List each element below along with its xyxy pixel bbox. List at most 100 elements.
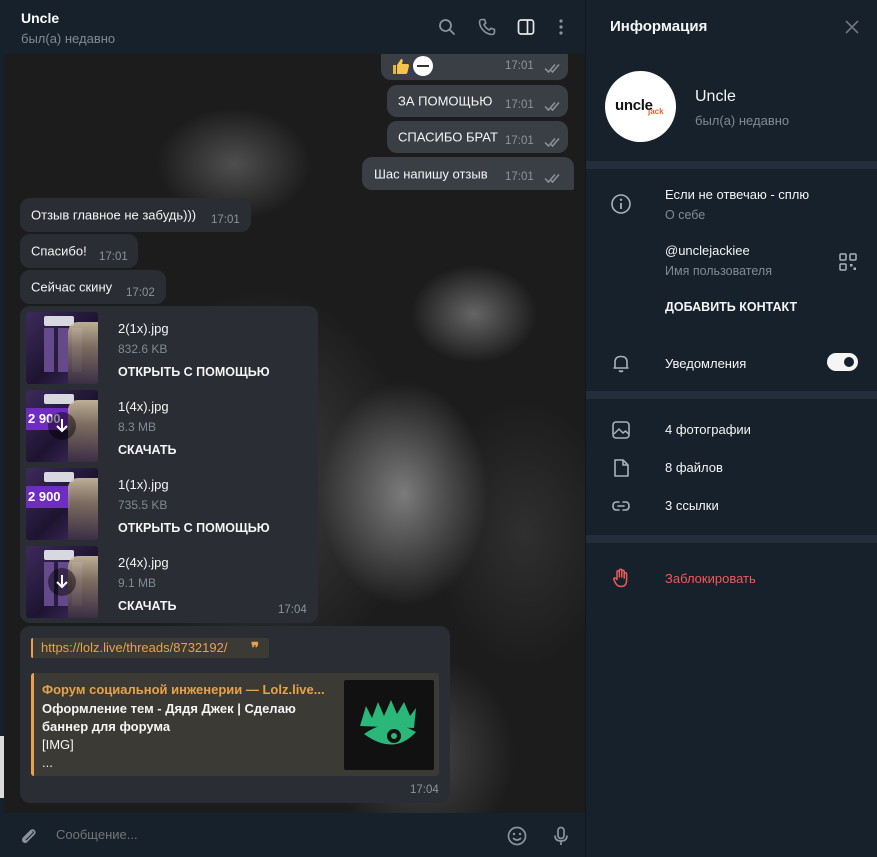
files-link[interactable]: 8 файлов — [665, 460, 723, 475]
message-text: Спасибо! — [31, 243, 87, 259]
message-time: 17:01 — [505, 60, 534, 72]
preview-desc-line: Оформление тем - Дядя Джек | Сделаю — [42, 701, 296, 716]
file-size: 9.1 MB — [118, 576, 157, 590]
file-name: 1(1x).jpg — [118, 477, 169, 492]
notifications-toggle[interactable] — [827, 353, 858, 371]
link-url-box[interactable]: https://lolz.live/threads/8732192/ ❞ — [31, 638, 269, 658]
message-time: 17:01 — [505, 135, 534, 147]
message-time: 17:04 — [410, 784, 439, 796]
chat-wallpaper: 17:01 ЗА ПОМОЩЬЮ 17:01 СПАСИБО БРАТ 17:0… — [4, 54, 585, 813]
info-title: Информация — [610, 18, 708, 35]
attach-icon[interactable] — [17, 825, 39, 847]
file-size: 8.3 MB — [118, 420, 157, 434]
message-incoming[interactable]: Спасибо! 17:01 — [20, 234, 138, 268]
link-url[interactable]: https://lolz.live/threads/8732192/ — [41, 640, 227, 655]
thumbs-up-icon — [391, 57, 411, 75]
profile-name: Uncle — [695, 88, 736, 105]
message-composer — [0, 813, 585, 857]
qr-icon[interactable] — [837, 251, 859, 273]
bio-text: Если не отвечаю - сплю — [665, 187, 810, 202]
chat-header[interactable]: Uncle был(а) недавно — [0, 0, 585, 54]
message-time: 17:02 — [126, 287, 155, 299]
file-item[interactable]: 2 900 1(1x).jpg 735.5 KB ОТКРЫТЬ С ПОМОЩ… — [26, 468, 318, 540]
message-time: 17:01 — [99, 251, 128, 263]
file-thumbnail[interactable] — [26, 312, 98, 384]
divider — [586, 161, 877, 169]
link-icon — [610, 495, 632, 517]
divider — [586, 391, 877, 399]
block-user-button[interactable]: Заблокировать — [665, 571, 756, 586]
add-contact-button[interactable]: ДОБАВИТЬ КОНТАКТ — [665, 300, 797, 314]
message-text: Отзыв главное не забудь))) — [31, 207, 197, 223]
avatar[interactable]: uncle jack — [605, 71, 676, 142]
file-name: 1(4x).jpg — [118, 399, 169, 414]
link-preview[interactable]: Форум социальной инженерии — Lolz.live..… — [31, 673, 439, 776]
double-check-icon — [544, 100, 562, 112]
chat-panel: Uncle был(а) недавно 17:01 ЗА ПОМОЩЬЮ 17… — [0, 0, 585, 857]
file-thumbnail[interactable]: 2 900 — [26, 390, 98, 462]
bell-icon — [610, 352, 632, 374]
preview-desc-line: [IMG] — [42, 737, 74, 752]
download-icon[interactable] — [48, 412, 76, 440]
username-label: Имя пользователя — [665, 264, 772, 278]
bio-label: О себе — [665, 208, 706, 222]
preview-description: Оформление тем - Дядя Джек | Сделаю банн… — [42, 700, 332, 772]
toggle-knob — [842, 355, 856, 369]
file-item[interactable]: 2(1x).jpg 832.6 KB ОТКРЫТЬ С ПОМОЩЬЮ — [26, 312, 318, 384]
mic-icon[interactable] — [550, 825, 572, 847]
file-thumbnail[interactable]: 2 900 — [26, 468, 98, 540]
download-icon[interactable] — [48, 568, 76, 596]
double-check-icon — [544, 62, 562, 74]
file-item[interactable]: 2 900 1(4x).jpg 8.3 MB СКАЧАТЬ — [26, 390, 318, 462]
message-text: Сейчас скину — [31, 279, 113, 295]
info-panel: Информация uncle jack Uncle был(а) недав… — [585, 0, 877, 857]
photos-link[interactable]: 4 фотографии — [665, 422, 751, 437]
chat-title[interactable]: Uncle — [21, 10, 59, 26]
info-icon — [610, 193, 632, 215]
file-group-message[interactable]: 2(1x).jpg 832.6 KB ОТКРЫТЬ С ПОМОЩЬЮ 2 9… — [20, 306, 318, 623]
quote-icon: ❞ — [251, 639, 260, 657]
lolz-logo-icon — [360, 700, 416, 745]
double-check-icon — [544, 172, 562, 184]
message-time: 17:01 — [505, 171, 534, 183]
avatar-logo-sub: jack — [648, 107, 664, 116]
divider — [586, 535, 877, 543]
message-incoming[interactable]: Сейчас скину 17:02 — [20, 270, 166, 304]
file-name: 2(4x).jpg — [118, 555, 169, 570]
search-icon[interactable] — [437, 17, 457, 37]
file-name: 2(1x).jpg — [118, 321, 169, 336]
links-link[interactable]: 3 ссылки — [665, 498, 719, 513]
file-size: 832.6 KB — [118, 342, 168, 356]
hand-icon — [610, 567, 632, 589]
message-outgoing[interactable]: 17:01 — [381, 54, 568, 80]
username-text[interactable]: @unclejackiee — [665, 243, 750, 258]
message-outgoing[interactable]: СПАСИБО БРАТ 17:01 — [387, 121, 568, 153]
link-message[interactable]: https://lolz.live/threads/8732192/ ❞ Фор… — [20, 626, 450, 803]
message-text: Шас напишу отзыв — [374, 166, 488, 181]
preview-site-name: Форум социальной инженерии — Lolz.live..… — [42, 682, 325, 697]
download-button[interactable]: СКАЧАТЬ — [118, 599, 177, 613]
emoji-icon[interactable] — [506, 825, 528, 847]
thumbnail-price: 2 900 — [28, 489, 61, 504]
download-button[interactable]: СКАЧАТЬ — [118, 443, 177, 457]
message-time: 17:04 — [278, 604, 307, 616]
message-text: ЗА ПОМОЩЬЮ — [398, 93, 493, 109]
phone-icon[interactable] — [477, 17, 497, 37]
close-icon[interactable] — [844, 19, 860, 35]
more-icon[interactable] — [551, 17, 571, 37]
photo-icon — [610, 419, 632, 441]
file-icon — [610, 457, 632, 479]
open-with-button[interactable]: ОТКРЫТЬ С ПОМОЩЬЮ — [118, 365, 270, 379]
sidebar-toggle-icon[interactable] — [516, 17, 536, 37]
reaction-avatar[interactable] — [413, 56, 433, 76]
message-outgoing[interactable]: ЗА ПОМОЩЬЮ 17:01 — [387, 85, 568, 117]
file-item[interactable]: 2(4x).jpg 9.1 MB СКАЧАТЬ — [26, 546, 318, 618]
message-incoming[interactable]: Отзыв главное не забудь))) 17:01 — [20, 198, 251, 232]
message-input[interactable] — [56, 827, 456, 842]
preview-image[interactable] — [344, 680, 434, 770]
file-thumbnail[interactable] — [26, 546, 98, 618]
open-with-button[interactable]: ОТКРЫТЬ С ПОМОЩЬЮ — [118, 521, 270, 535]
message-outgoing[interactable]: Шас напишу отзыв 17:01 — [362, 157, 574, 190]
message-time: 17:01 — [505, 99, 534, 111]
double-check-icon — [544, 136, 562, 148]
